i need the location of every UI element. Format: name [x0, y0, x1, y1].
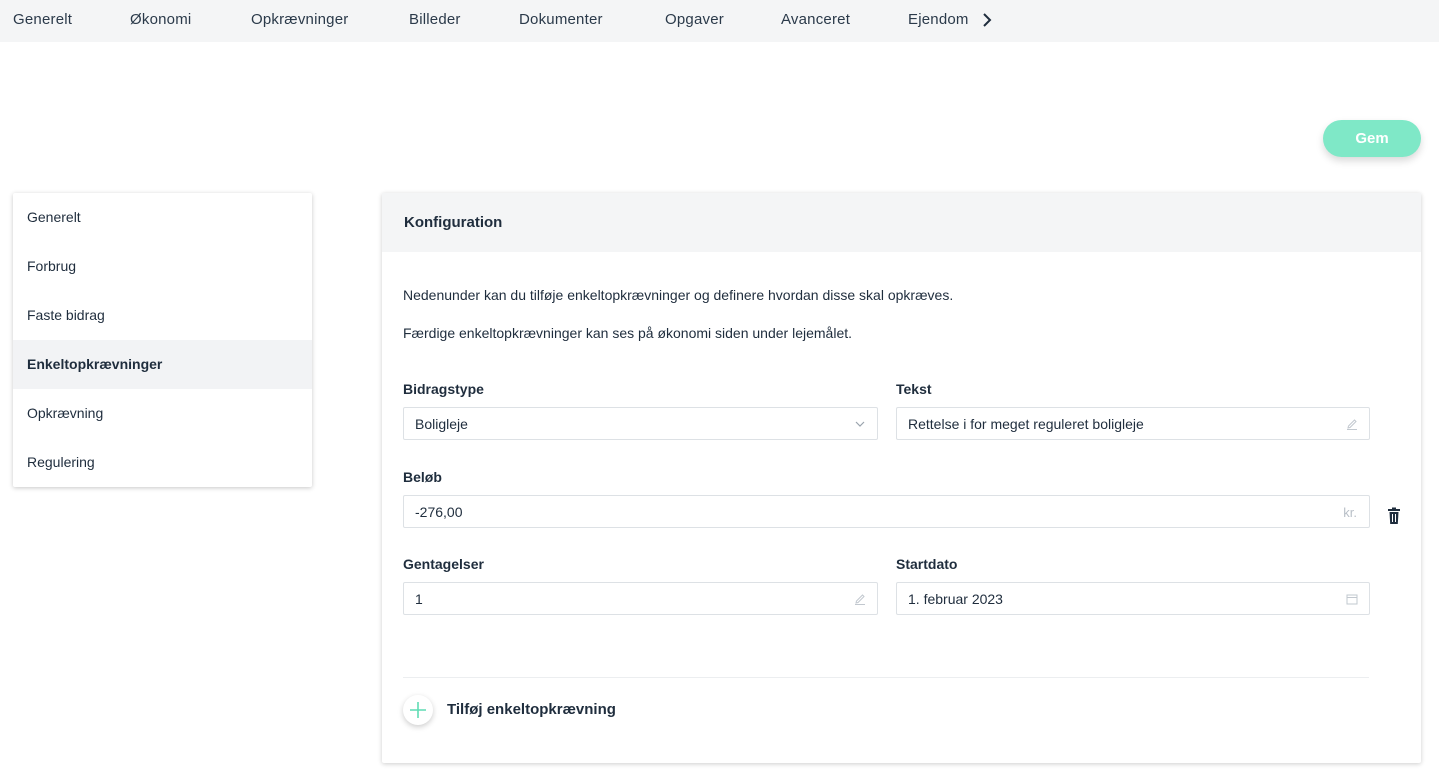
divider: [403, 677, 1369, 678]
startdato-input[interactable]: 1. februar 2023: [896, 582, 1370, 615]
card-description-2: Færdige enkeltopkrævninger kan ses på øk…: [403, 325, 853, 341]
tekst-value: Rettelse i for meget reguleret boligleje: [908, 416, 1144, 432]
card-description-1: Nedenunder kan du tilføje enkeltopkrævni…: [403, 287, 954, 303]
startdato-value: 1. februar 2023: [908, 591, 1003, 607]
side-menu-item-enkeltopkraevninger[interactable]: Enkeltopkrævninger: [13, 340, 312, 389]
bidragstype-value: Boligleje: [415, 416, 468, 432]
belob-input[interactable]: -276,00 kr.: [403, 495, 1370, 528]
belob-label: Beløb: [403, 469, 442, 485]
belob-value: -276,00: [415, 504, 463, 520]
startdato-label: Startdato: [896, 556, 958, 572]
tab-opkraevninger[interactable]: Opkrævninger: [251, 0, 348, 42]
tab-opgaver[interactable]: Opgaver: [665, 0, 724, 42]
top-tab-bar: Generelt Økonomi Opkrævninger Billeder D…: [0, 0, 1439, 42]
tab-dokumenter[interactable]: Dokumenter: [519, 0, 603, 42]
tekst-label: Tekst: [896, 381, 932, 397]
side-menu-item-opkraevning[interactable]: Opkrævning: [13, 389, 312, 438]
gentagelser-value: 1: [415, 591, 423, 607]
add-single-charge-label: Tilføj enkeltopkrævning: [447, 701, 616, 718]
trash-icon[interactable]: [1386, 507, 1402, 525]
side-menu-item-faste-bidrag[interactable]: Faste bidrag: [13, 291, 312, 340]
calendar-icon: [1346, 594, 1358, 605]
pencil-icon: [1347, 419, 1357, 430]
pencil-icon: [855, 594, 865, 605]
tab-okonomi[interactable]: Økonomi: [130, 0, 191, 42]
side-menu: Generelt Forbrug Faste bidrag Enkeltopkr…: [13, 193, 312, 487]
tab-generelt[interactable]: Generelt: [13, 0, 72, 42]
tekst-input[interactable]: Rettelse i for meget reguleret boligleje: [896, 407, 1370, 440]
save-button[interactable]: Gem: [1323, 120, 1421, 157]
gentagelser-input[interactable]: 1: [403, 582, 878, 615]
chevron-down-icon: [855, 421, 865, 427]
currency-suffix: kr.: [1343, 505, 1357, 520]
tab-billeder[interactable]: Billeder: [409, 0, 461, 42]
chevron-right-icon[interactable]: [981, 12, 993, 28]
bidragstype-label: Bidragstype: [403, 381, 484, 397]
bidragstype-select[interactable]: Boligleje: [403, 407, 878, 440]
plus-icon: [410, 702, 426, 718]
gentagelser-label: Gentagelser: [403, 556, 484, 572]
card-title: Konfiguration: [382, 193, 1421, 252]
side-menu-item-generelt[interactable]: Generelt: [13, 193, 312, 242]
side-menu-item-regulering[interactable]: Regulering: [13, 438, 312, 487]
configuration-card: Konfiguration Nedenunder kan du tilføje …: [382, 193, 1421, 763]
tab-avanceret[interactable]: Avanceret: [781, 0, 850, 42]
side-menu-item-forbrug[interactable]: Forbrug: [13, 242, 312, 291]
tab-ejendom[interactable]: Ejendom: [908, 0, 969, 42]
add-button-circle[interactable]: [403, 695, 433, 725]
